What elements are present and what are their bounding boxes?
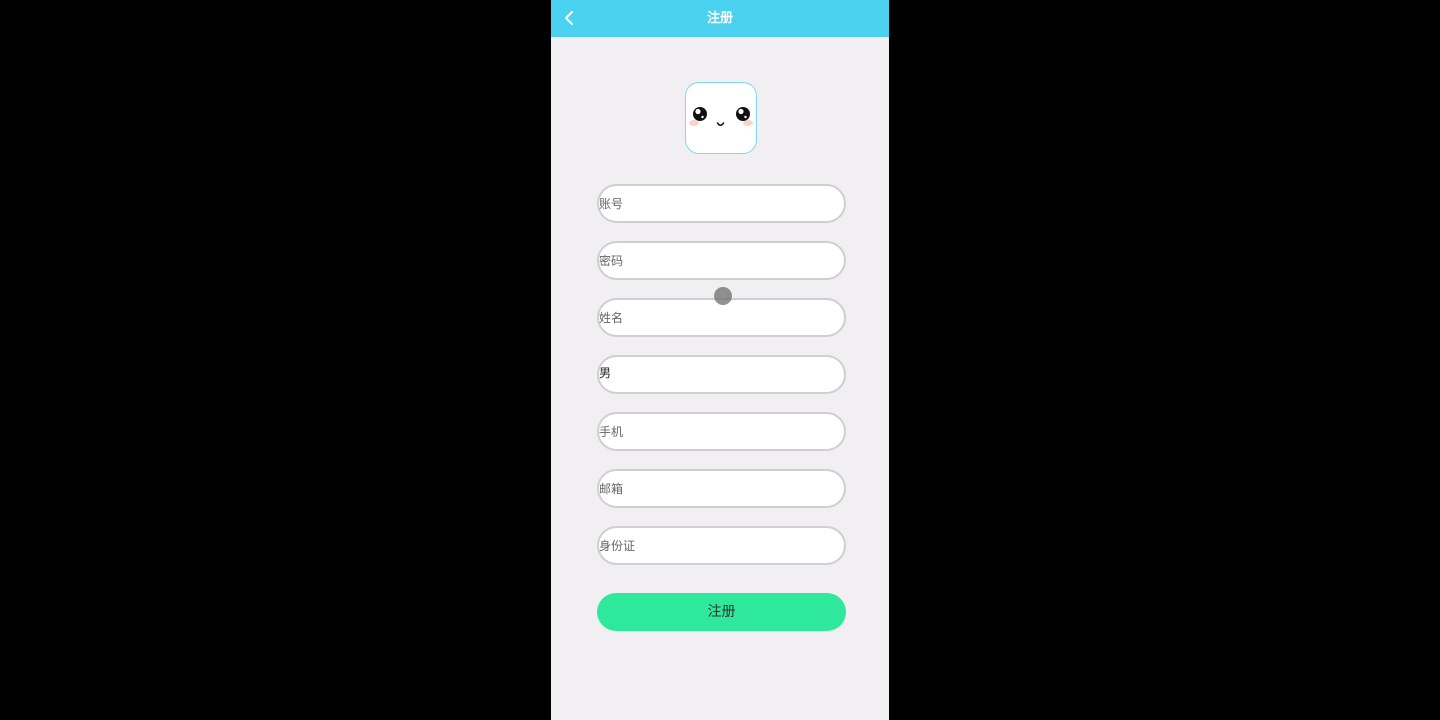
cute-face-icon: [689, 107, 753, 127]
chevron-left-icon: [565, 11, 573, 25]
email-field[interactable]: [597, 469, 846, 508]
name-input[interactable]: [599, 300, 844, 335]
email-input[interactable]: [599, 471, 844, 506]
account-field[interactable]: [597, 184, 846, 223]
account-input[interactable]: [599, 186, 844, 221]
phone-input[interactable]: [599, 414, 844, 449]
id-card-input[interactable]: [599, 528, 844, 563]
password-input[interactable]: [599, 243, 844, 278]
touch-indicator: [714, 287, 732, 305]
password-field[interactable]: [597, 241, 846, 280]
gender-value: 男: [599, 366, 612, 380]
page-title: 注册: [706, 11, 733, 26]
id-card-field[interactable]: [597, 526, 846, 565]
register-form: 男: [597, 184, 846, 583]
register-screen: 注册 男: [551, 0, 889, 720]
phone-field[interactable]: [597, 412, 846, 451]
avatar: [685, 82, 757, 154]
register-button[interactable]: 注册: [597, 593, 846, 631]
back-button[interactable]: [559, 4, 589, 32]
gender-select[interactable]: 男: [597, 355, 846, 394]
top-bar: 注册: [551, 0, 889, 37]
